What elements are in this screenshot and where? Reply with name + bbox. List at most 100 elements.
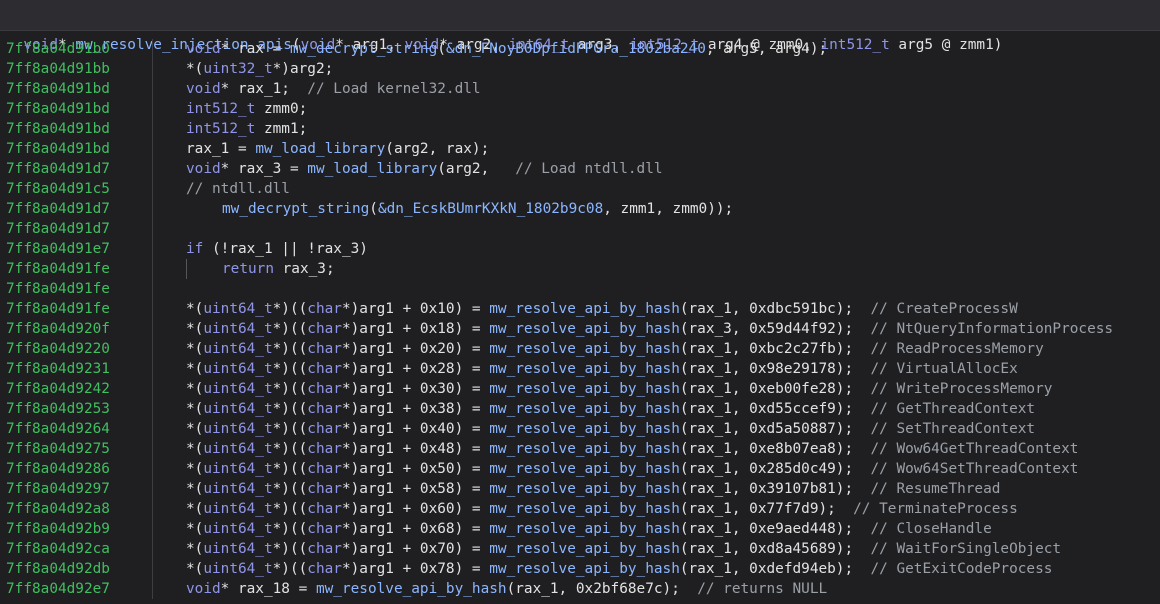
code-line[interactable]: 7ff8a04d91e7 if (!rax_1 || !rax_3) [0,239,1160,259]
code-line[interactable]: 7ff8a04d91bd int512_t zmm0; [0,99,1160,119]
gutter-divider [152,519,153,539]
code-line[interactable]: 7ff8a04d9242 *(uint64_t*)((char*)arg1 + 0… [0,379,1160,399]
line-address[interactable]: 7ff8a04d91c5 [6,179,110,199]
line-address[interactable]: 7ff8a04d91bd [6,99,110,119]
gutter-divider [152,399,153,419]
line-code[interactable]: void* rax = mw_decrypt_string(&dn_FNoyB0… [186,39,827,59]
gutter-divider [152,139,153,159]
line-code[interactable]: *(uint64_t*)((char*)arg1 + 0x18) = mw_re… [186,319,1113,339]
line-code[interactable]: mw_decrypt_string(&dn_EcskBUmrKXkN_1802b… [222,199,733,219]
line-address[interactable]: 7ff8a04d91fe [6,259,110,279]
line-address[interactable]: 7ff8a04d9264 [6,419,110,439]
line-code[interactable]: *(uint64_t*)((char*)arg1 + 0x10) = mw_re… [186,299,1018,319]
line-code[interactable]: *(uint64_t*)((char*)arg1 + 0x58) = mw_re… [186,479,1000,499]
code-line[interactable]: 7ff8a04d9297 *(uint64_t*)((char*)arg1 + 0… [0,479,1160,499]
line-code[interactable]: *(uint64_t*)((char*)arg1 + 0x38) = mw_re… [186,399,1035,419]
line-address[interactable]: 7ff8a04d92db [6,559,110,579]
line-address[interactable]: 7ff8a04d9220 [6,339,110,359]
line-address[interactable]: 7ff8a04d91fe [6,279,110,299]
line-address[interactable]: 7ff8a04d92e7 [6,579,110,599]
gutter-divider [152,359,153,379]
code-line[interactable]: 7ff8a04d91fe [0,279,1160,299]
line-address[interactable]: 7ff8a04d91bd [6,119,110,139]
code-line[interactable]: 7ff8a04d9275 *(uint64_t*)((char*)arg1 + 0… [0,439,1160,459]
gutter-divider [152,339,153,359]
gutter-divider [152,559,153,579]
gutter-divider [152,39,153,59]
code-line[interactable]: 7ff8a04d92a8 *(uint64_t*)((char*)arg1 + 0… [0,499,1160,519]
code-line[interactable]: 7ff8a04d92db *(uint64_t*)((char*)arg1 + 0… [0,559,1160,579]
gutter-divider [152,439,153,459]
code-line[interactable]: 7ff8a04d91d7 mw_decrypt_string(&dn_EcskBU… [0,199,1160,219]
gutter-divider [152,259,153,279]
gutter-divider [152,299,153,319]
line-code[interactable]: if (!rax_1 || !rax_3) [186,239,368,259]
code-line[interactable]: 7ff8a04d91bd rax_1 = mw_load_library(arg2… [0,139,1160,159]
line-code[interactable]: *(uint64_t*)((char*)arg1 + 0x30) = mw_re… [186,379,1052,399]
line-address[interactable]: 7ff8a04d9242 [6,379,110,399]
line-address[interactable]: 7ff8a04d91fe [6,299,110,319]
line-address[interactable]: 7ff8a04d920f [6,319,110,339]
code-line[interactable]: 7ff8a04d91bb *(uint32_t*)arg2; [0,59,1160,79]
decompiled-code-view[interactable]: 7ff8a04d91b0 void* rax = mw_decrypt_strin… [0,31,1160,599]
line-code[interactable]: int512_t zmm0; [186,99,307,119]
line-code[interactable]: *(uint64_t*)((char*)arg1 + 0x20) = mw_re… [186,339,1044,359]
line-address[interactable]: 7ff8a04d9286 [6,459,110,479]
code-line[interactable]: 7ff8a04d9220 *(uint64_t*)((char*)arg1 + 0… [0,339,1160,359]
line-address[interactable]: 7ff8a04d91b0 [6,39,110,59]
line-address[interactable]: 7ff8a04d9297 [6,479,110,499]
code-line[interactable]: 7ff8a04d92ca *(uint64_t*)((char*)arg1 + 0… [0,539,1160,559]
line-address[interactable]: 7ff8a04d9231 [6,359,110,379]
code-line[interactable]: 7ff8a04d91fe *(uint64_t*)((char*)arg1 + 0… [0,299,1160,319]
line-address[interactable]: 7ff8a04d91d7 [6,159,110,179]
code-line[interactable]: 7ff8a04d91d7 void* rax_3 = mw_load_librar… [0,159,1160,179]
code-line[interactable]: 7ff8a04d91d7 [0,219,1160,239]
code-line[interactable]: 7ff8a04d9286 *(uint64_t*)((char*)arg1 + 0… [0,459,1160,479]
line-code[interactable]: *(uint64_t*)((char*)arg1 + 0x48) = mw_re… [186,439,1078,459]
code-line[interactable]: 7ff8a04d9231 *(uint64_t*)((char*)arg1 + 0… [0,359,1160,379]
code-line[interactable]: 7ff8a04d9264 *(uint64_t*)((char*)arg1 + 0… [0,419,1160,439]
code-line[interactable]: 7ff8a04d91b0 void* rax = mw_decrypt_strin… [0,39,1160,59]
code-line[interactable]: 7ff8a04d920f *(uint64_t*)((char*)arg1 + 0… [0,319,1160,339]
code-line[interactable]: 7ff8a04d92e7 void* rax_18 = mw_resolve_ap… [0,579,1160,599]
line-address[interactable]: 7ff8a04d91bd [6,139,110,159]
line-code[interactable]: // ntdll.dll [186,179,290,199]
line-code[interactable]: void* rax_3 = mw_load_library(arg2, // L… [186,159,663,179]
gutter-divider [152,379,153,399]
line-address[interactable]: 7ff8a04d91bd [6,79,110,99]
line-code[interactable]: *(uint64_t*)((char*)arg1 + 0x40) = mw_re… [186,419,1035,439]
line-code[interactable]: *(uint64_t*)((char*)arg1 + 0x70) = mw_re… [186,539,1061,559]
line-address[interactable]: 7ff8a04d91bb [6,59,110,79]
line-code[interactable]: int512_t zmm1; [186,119,307,139]
gutter-divider [152,119,153,139]
code-line[interactable]: 7ff8a04d9253 *(uint64_t*)((char*)arg1 + 0… [0,399,1160,419]
line-code[interactable]: rax_1 = mw_load_library(arg2, rax); [186,139,489,159]
gutter-divider [152,319,153,339]
line-code[interactable]: void* rax_18 = mw_resolve_api_by_hash(ra… [186,579,827,599]
line-address[interactable]: 7ff8a04d9253 [6,399,110,419]
line-code[interactable]: *(uint32_t*)arg2; [186,59,333,79]
line-code[interactable]: *(uint64_t*)((char*)arg1 + 0x28) = mw_re… [186,359,1018,379]
code-line[interactable]: 7ff8a04d91c5 // ntdll.dll [0,179,1160,199]
line-code[interactable]: void* rax_1; // Load kernel32.dll [186,79,481,99]
code-line[interactable]: 7ff8a04d92b9 *(uint64_t*)((char*)arg1 + 0… [0,519,1160,539]
gutter-divider [152,59,153,79]
line-code[interactable]: *(uint64_t*)((char*)arg1 + 0x78) = mw_re… [186,559,1052,579]
line-address[interactable]: 7ff8a04d9275 [6,439,110,459]
line-code[interactable]: *(uint64_t*)((char*)arg1 + 0x50) = mw_re… [186,459,1078,479]
line-code[interactable]: return rax_3; [222,259,335,279]
gutter-divider [152,539,153,559]
line-address[interactable]: 7ff8a04d91e7 [6,239,110,259]
code-line[interactable]: 7ff8a04d91bd void* rax_1; // Load kernel3… [0,79,1160,99]
code-line[interactable]: 7ff8a04d91fe return rax_3; [0,259,1160,279]
line-code[interactable]: *(uint64_t*)((char*)arg1 + 0x60) = mw_re… [186,499,1018,519]
line-address[interactable]: 7ff8a04d91d7 [6,219,110,239]
code-line[interactable]: 7ff8a04d91bd int512_t zmm1; [0,119,1160,139]
line-address[interactable]: 7ff8a04d92ca [6,539,110,559]
line-address[interactable]: 7ff8a04d92b9 [6,519,110,539]
gutter-divider [152,179,153,199]
line-code[interactable]: *(uint64_t*)((char*)arg1 + 0x68) = mw_re… [186,519,992,539]
gutter-divider [152,279,153,299]
line-address[interactable]: 7ff8a04d91d7 [6,199,110,219]
line-address[interactable]: 7ff8a04d92a8 [6,499,110,519]
